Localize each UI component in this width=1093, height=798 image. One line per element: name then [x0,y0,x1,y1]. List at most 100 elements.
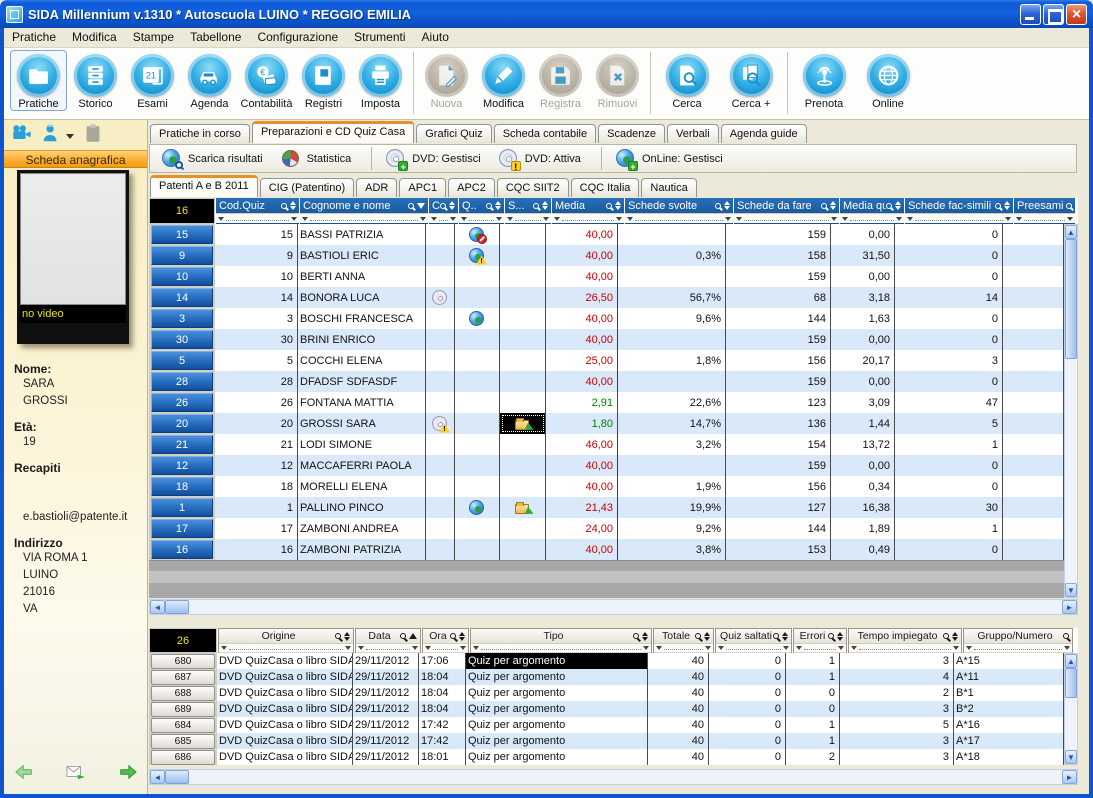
quiz-button-statistica[interactable]: Statistica [275,149,364,169]
sort-icon[interactable] [704,632,710,641]
column-header-totale[interactable]: Totale [653,628,714,653]
row-select-button[interactable]: 28 [151,372,213,391]
row-select-button[interactable]: 680 [151,654,215,669]
scroll-track[interactable] [189,770,1062,784]
filter-strip[interactable] [964,643,1072,652]
quiz-button-scarica-risultati[interactable]: Scarica risultati [156,149,275,169]
column-header-c[interactable]: C... [429,198,458,224]
filter-strip[interactable] [905,213,1013,223]
tab-apc2[interactable]: APC2 [448,178,495,197]
sort-icon[interactable] [895,201,901,210]
row-select-button[interactable]: 10 [151,267,213,286]
scroll-down-button[interactable]: ▼ [1065,583,1077,597]
search-icon[interactable] [606,203,612,209]
column-header-ora[interactable]: Ora [422,628,469,653]
sort-asc-icon[interactable] [409,633,417,639]
search-icon[interactable] [633,633,639,639]
search-icon[interactable] [533,203,539,209]
tab-agenda-guide[interactable]: Agenda guide [721,124,807,143]
row-select-button[interactable]: 20 [151,414,213,433]
search-icon[interactable] [450,633,456,639]
filter-strip[interactable] [423,643,468,652]
row-select-button[interactable]: 30 [151,330,213,349]
sort-icon[interactable] [344,632,350,641]
column-header-schede-fac-simili[interactable]: Schede fac-simili [905,198,1013,224]
column-header-schede-da-fare[interactable]: Schede da fare [734,198,839,224]
row-select-button[interactable]: 14 [151,288,213,307]
minimize-button[interactable] [1020,4,1041,25]
sort-icon[interactable] [449,201,455,210]
tab-apc1[interactable]: APC1 [399,178,446,197]
row-select-button[interactable]: 15 [151,225,213,244]
scroll-up-button[interactable]: ▲ [1065,654,1077,668]
column-header-tempo-impiegato[interactable]: Tempo impiegato [848,628,962,653]
row-select-button[interactable]: 687 [151,670,215,685]
row-select-button[interactable]: 12 [151,456,213,475]
menu-tabellone[interactable]: Tabellone [182,28,249,47]
selected-cell[interactable] [500,413,546,434]
filter-strip[interactable] [552,213,624,223]
scroll-track[interactable] [1065,359,1077,583]
filter-strip[interactable] [216,213,299,223]
row-select-button[interactable]: 1 [151,498,213,517]
search-icon[interactable] [335,633,341,639]
row-select-button[interactable]: 18 [151,477,213,496]
previous-record-button[interactable] [14,763,36,786]
scroll-up-button[interactable]: ▲ [1065,225,1077,239]
search-icon[interactable] [1063,633,1069,639]
row-select-button[interactable]: 3 [151,309,213,328]
toolbar-button-modifica[interactable]: Modifica [475,50,532,111]
tab-grafici-quiz[interactable]: Grafici Quiz [416,124,491,143]
quiz-button-dvd-gestisci[interactable]: +DVD: Gestisci [380,149,492,169]
row-select-button[interactable]: 5 [151,351,213,370]
menu-modifica[interactable]: Modifica [64,28,125,47]
column-header-origine[interactable]: Origine [218,628,354,653]
search-icon[interactable] [995,203,1001,209]
camera-icon[interactable] [10,122,32,149]
column-header-gruppo-numero[interactable]: Gruppo/Numero [963,628,1073,653]
tab-preparazioni-e-cd-quiz-casa[interactable]: Preparazioni e CD Quiz Casa [252,121,414,143]
tab-adr[interactable]: ADR [356,178,397,197]
column-header-tipo[interactable]: Tipo [470,628,652,653]
toolbar-button-registri[interactable]: Registri [295,50,352,111]
sort-icon[interactable] [952,632,958,641]
toolbar-button-online[interactable]: Online [856,50,920,111]
row-select-button[interactable]: 684 [151,718,215,733]
filter-strip[interactable] [459,213,504,223]
filter-strip[interactable] [471,643,651,652]
quiz-button-dvd-attiva[interactable]: !DVD: Attiva [493,149,593,169]
scroll-left-button[interactable]: ◄ [150,600,165,614]
sort-icon[interactable] [837,632,843,641]
filter-strip[interactable] [625,213,733,223]
sort-icon[interactable] [830,201,836,210]
sort-icon[interactable] [615,201,621,210]
search-icon[interactable] [715,203,721,209]
search-icon[interactable] [886,203,892,209]
sort-icon[interactable] [724,201,730,210]
search-icon[interactable] [821,203,827,209]
sort-icon[interactable] [642,632,648,641]
row-select-button[interactable]: 16 [151,540,213,559]
row-select-button[interactable]: 9 [151,246,213,265]
search-icon[interactable] [281,203,287,209]
sort-icon[interactable] [290,201,296,210]
scroll-down-button[interactable]: ▼ [1065,750,1077,764]
filter-strip[interactable] [356,643,420,652]
column-header-preesami[interactable]: Preesami [1014,198,1075,224]
row-select-button[interactable]: 17 [151,519,213,538]
tab-patenti-a-e-b-2011[interactable]: Patenti A e B 2011 [150,175,258,197]
close-button[interactable] [1066,4,1087,25]
search-icon[interactable] [773,633,779,639]
row-select-button[interactable]: 688 [151,686,215,701]
scroll-thumb[interactable] [165,600,189,614]
row-select-button[interactable]: 21 [151,435,213,454]
scroll-left-button[interactable]: ◄ [150,770,165,784]
row-select-button[interactable]: 686 [151,750,215,765]
column-header-schede-svolte[interactable]: Schede svolte [625,198,733,224]
tab-nautica[interactable]: Nautica [641,178,696,197]
column-header-cod-quiz[interactable]: Cod.Quiz [216,198,299,224]
sort-desc-icon[interactable] [417,203,425,209]
filter-strip[interactable] [219,643,353,652]
send-mail-button[interactable] [65,763,87,786]
column-header-data[interactable]: Data [355,628,421,653]
